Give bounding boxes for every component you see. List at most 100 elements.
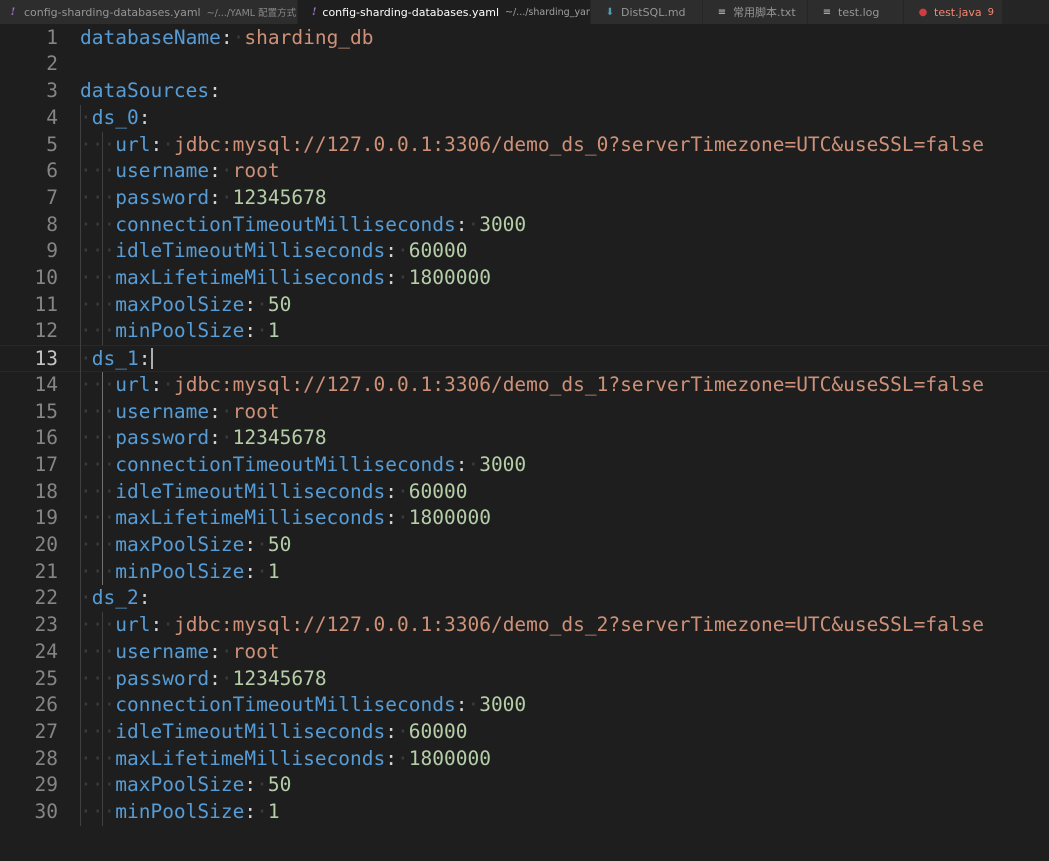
- whitespace-marker: ···: [80, 426, 116, 450]
- punctuation: :: [138, 105, 151, 129]
- tab-distsql-md[interactable]: ⬇ DistSQL.md: [591, 0, 703, 24]
- number-value: 3000: [479, 212, 527, 236]
- line-number: 20: [34, 533, 58, 556]
- code-line[interactable]: 24 ···username:·root: [0, 639, 1049, 666]
- whitespace-marker: ·: [220, 666, 233, 690]
- code-content: ···username:·root: [80, 639, 280, 666]
- line-number: 10: [34, 266, 58, 289]
- number-value: 1: [267, 800, 280, 823]
- code-line[interactable]: 22 ·ds_2:: [0, 585, 1049, 612]
- code-line[interactable]: 15 ···username:·root: [0, 399, 1049, 426]
- code-line[interactable]: 30 ···minPoolSize:·1: [0, 799, 1049, 826]
- whitespace-marker: ·: [162, 372, 174, 396]
- code-line[interactable]: 23 ···url:·jdbc:mysql://127.0.0.1:3306/de…: [0, 612, 1049, 639]
- code-line[interactable]: 8 ···connectionTimeoutMilliseconds:·3000: [0, 212, 1049, 239]
- code-line[interactable]: 6 ···username:·root: [0, 158, 1049, 185]
- code-line[interactable]: 3 dataSources:: [0, 78, 1049, 105]
- tab-test-java[interactable]: ● test.java 9: [904, 0, 1003, 24]
- code-line[interactable]: 1 databaseName:·sharding_db: [0, 25, 1049, 52]
- yaml-key: username: [115, 159, 210, 183]
- code-line[interactable]: 9 ···idleTimeoutMilliseconds:·60000: [0, 238, 1049, 265]
- punctuation: :: [244, 800, 257, 823]
- number-value: 50: [267, 292, 292, 316]
- number-value: 12345678: [232, 666, 327, 690]
- tab-label: config-sharding-databases.yaml: [24, 5, 201, 19]
- whitespace-marker: ···: [80, 266, 116, 289]
- yaml-key: maxLifetimeMilliseconds: [115, 746, 386, 770]
- whitespace-marker: ·: [256, 292, 268, 316]
- code-content: ···connectionTimeoutMilliseconds:·3000: [80, 692, 526, 719]
- whitespace-marker: ·: [220, 399, 233, 423]
- code-line[interactable]: 20 ···maxPoolSize:·50: [0, 532, 1049, 559]
- punctuation: :: [209, 79, 221, 103]
- code-content: ···password:·12345678: [80, 425, 327, 452]
- code-line[interactable]: 25 ···password:·12345678: [0, 666, 1049, 693]
- whitespace-marker: ···: [80, 693, 116, 717]
- code-line[interactable]: 11 ···maxPoolSize:·50: [0, 292, 1049, 319]
- punctuation: :: [385, 239, 398, 263]
- code-line[interactable]: 14 ···url:·jdbc:mysql://127.0.0.1:3306/de…: [0, 372, 1049, 399]
- tab-config-sharding-databases-yaml[interactable]: ! config-sharding-databases.yaml ~/.../YAM…: [0, 0, 298, 24]
- tab-test-log[interactable]: ≡ test.log: [808, 0, 904, 24]
- whitespace-marker: ···: [80, 479, 116, 503]
- code-line[interactable]: 28 ···maxLifetimeMilliseconds:·1800000: [0, 746, 1049, 773]
- code-line[interactable]: 16 ···password:·12345678: [0, 425, 1049, 452]
- punctuation: :: [244, 773, 257, 797]
- yaml-key: username: [115, 399, 210, 423]
- whitespace-marker: ···: [80, 719, 116, 743]
- code-line[interactable]: 2: [0, 51, 1049, 78]
- number-value: 12345678: [232, 426, 327, 450]
- punctuation: :: [385, 266, 398, 289]
- line-number: 27: [34, 719, 58, 743]
- string-value: sharding_db: [244, 25, 374, 49]
- whitespace-marker: ·: [256, 800, 268, 823]
- code-line[interactable]: 21 ···minPoolSize:·1: [0, 559, 1049, 586]
- whitespace-marker: ·: [467, 212, 480, 236]
- yaml-key: minPoolSize: [115, 559, 245, 583]
- code-content: ···connectionTimeoutMilliseconds:·3000: [80, 452, 526, 479]
- code-line[interactable]: 10 ···maxLifetimeMilliseconds:·1800000: [0, 265, 1049, 292]
- punctuation: :: [150, 372, 163, 396]
- punctuation: :: [209, 639, 221, 663]
- yaml-key: password: [115, 666, 210, 690]
- code-line[interactable]: 12 ···minPoolSize:·1: [0, 318, 1049, 345]
- line-number: 19: [34, 506, 58, 530]
- code-content: ···url:·jdbc:mysql://127.0.0.1:3306/demo…: [80, 372, 984, 399]
- code-line[interactable]: 5 ···url:·jdbc:mysql://127.0.0.1:3306/dem…: [0, 132, 1049, 159]
- whitespace-marker: ···: [80, 800, 116, 823]
- code-content: ···url:·jdbc:mysql://127.0.0.1:3306/demo…: [80, 612, 984, 639]
- line-number: 17: [34, 452, 58, 476]
- tab-label: 常用脚本.txt: [733, 6, 796, 19]
- code-content: ···username:·root: [80, 399, 280, 426]
- code-line[interactable]: 27 ···idleTimeoutMilliseconds:·60000: [0, 719, 1049, 746]
- string-value: jdbc:mysql://127.0.0.1:3306/demo_ds_0?se…: [173, 132, 985, 156]
- code-content: databaseName:·sharding_db: [80, 25, 374, 52]
- whitespace-marker: ·: [397, 719, 409, 743]
- code-line[interactable]: 29 ···maxPoolSize:·50: [0, 772, 1049, 799]
- code-content: ·ds_1:: [80, 346, 150, 373]
- whitespace-marker: ···: [80, 613, 116, 637]
- whitespace-marker: ·: [397, 239, 409, 263]
- tab-config-sharding-databases-yaml[interactable]: ! config-sharding-databases.yaml ~/.../sha…: [298, 0, 591, 24]
- line-number: 11: [34, 292, 58, 316]
- tab--txt[interactable]: ≡ 常用脚本.txt: [703, 0, 808, 24]
- indent-guide: [80, 104, 81, 826]
- code-content: ···maxPoolSize:·50: [80, 532, 291, 559]
- code-content: ···minPoolSize:·1: [80, 559, 280, 586]
- code-line[interactable]: 18 ···idleTimeoutMilliseconds:·60000: [0, 479, 1049, 506]
- line-number: 8: [46, 212, 58, 236]
- punctuation: :: [455, 212, 468, 236]
- code-line[interactable]: 7 ···password:·12345678: [0, 185, 1049, 212]
- code-line[interactable]: 26 ···connectionTimeoutMilliseconds:·3000: [0, 692, 1049, 719]
- code-line[interactable]: 4 ·ds_0:: [0, 105, 1049, 132]
- code-line[interactable]: 19 ···maxLifetimeMilliseconds:·1800000: [0, 505, 1049, 532]
- code-content: ···maxPoolSize:·50: [80, 292, 291, 319]
- line-number: 22: [34, 586, 58, 610]
- code-line[interactable]: 13 ·ds_1:: [0, 345, 1049, 372]
- code-editor[interactable]: 1 databaseName:·sharding_db 2 3 dataSources:…: [0, 24, 1049, 861]
- code-content: ·ds_2:: [80, 585, 150, 612]
- code-line[interactable]: 17 ···connectionTimeoutMilliseconds:·3000: [0, 452, 1049, 479]
- punctuation: :: [150, 132, 163, 156]
- punctuation: :: [209, 159, 221, 183]
- yaml-key: maxPoolSize: [115, 773, 245, 797]
